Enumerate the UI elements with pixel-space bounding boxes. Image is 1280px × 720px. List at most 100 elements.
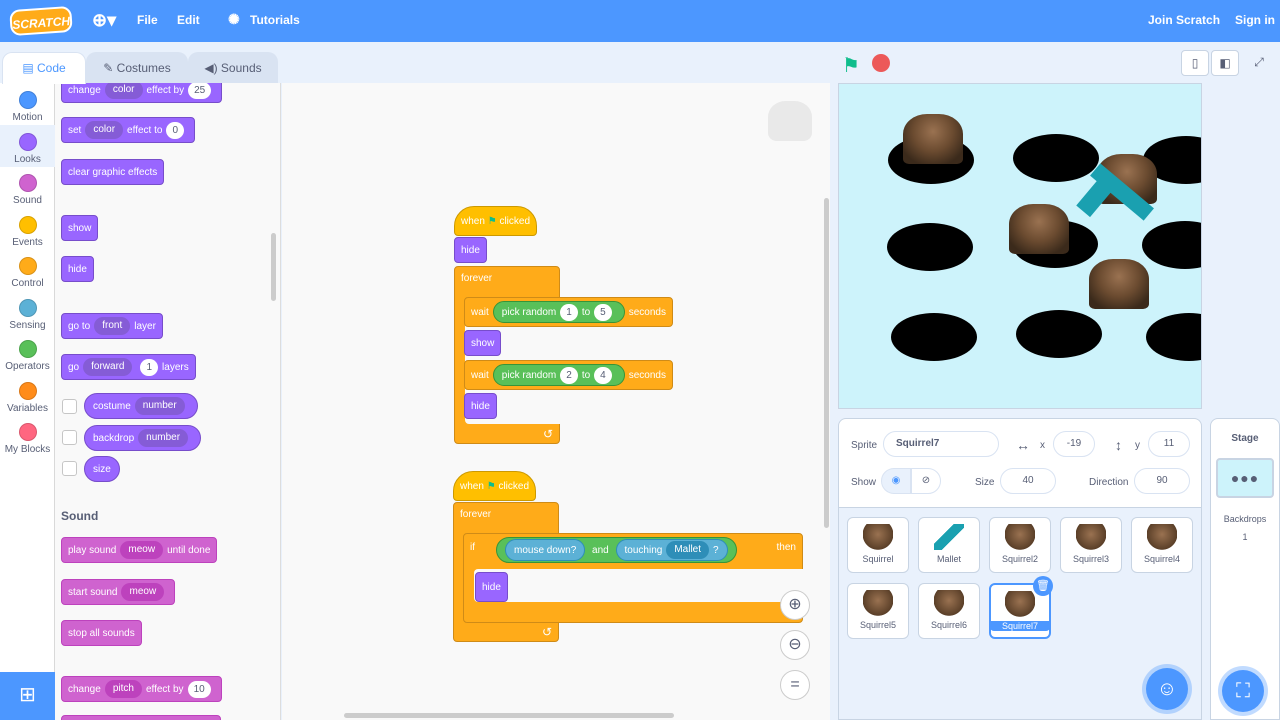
change-pitch-effect-block[interactable]: change pitch effect by 10	[61, 676, 222, 702]
mallet-thumbnail	[934, 524, 964, 550]
category-motion[interactable]: Motion	[0, 86, 55, 128]
stage[interactable]	[838, 83, 1202, 409]
category-sensing[interactable]: Sensing	[0, 294, 55, 336]
x-input[interactable]: -19	[1053, 431, 1095, 457]
category-dot-icon	[18, 340, 37, 358]
when-flag-clicked-hat[interactable]: when ⚑ clicked	[454, 206, 538, 236]
play-sound-until-done-block[interactable]: play sound meow until done	[61, 537, 218, 563]
pick-random-reporter[interactable]: pick random 1 to 5	[492, 301, 625, 323]
sprite-name-input[interactable]: Squirrel7	[883, 431, 999, 457]
code-workspace[interactable]: when ⚑ clicked hide forever ↺ wait pick r…	[282, 83, 830, 720]
and-operator[interactable]: mouse down? and touching Mallet?	[496, 537, 737, 563]
wait-block[interactable]: wait pick random 2 to 4 seconds	[464, 360, 673, 390]
size-input[interactable]: 40	[1000, 468, 1056, 494]
category-my-blocks[interactable]: My Blocks	[0, 418, 55, 460]
hide-visible-button[interactable]: ⊘	[911, 468, 941, 494]
squirrel-sprite[interactable]	[903, 114, 963, 164]
sprite-tile[interactable]: Squirrel3	[1060, 517, 1122, 573]
show-visible-button[interactable]: ◉	[881, 468, 911, 494]
go-to-layer-block[interactable]: go to front layer	[61, 313, 163, 339]
show-block[interactable]: show	[464, 330, 502, 356]
show-block[interactable]: show	[61, 215, 99, 241]
language-globe-icon[interactable]: ⊕▾	[92, 10, 116, 31]
scratch-logo[interactable]: SCRATCH	[9, 5, 73, 37]
zoom-out-button[interactable]: ⊖	[780, 630, 810, 660]
delete-sprite-icon[interactable]: 🗑	[1033, 576, 1053, 596]
zoom-in-button[interactable]: ⊕	[780, 590, 810, 620]
y-input[interactable]: 11	[1148, 431, 1190, 457]
pick-random-reporter[interactable]: pick random 2 to 4	[492, 364, 625, 386]
tab-code[interactable]: ▤ Code	[2, 52, 86, 84]
squirrel-sprite[interactable]	[1009, 204, 1069, 254]
hole	[891, 313, 977, 361]
wait-block[interactable]: wait pick random 1 to 5 seconds	[464, 297, 673, 327]
costume-reporter[interactable]: costume number	[84, 393, 198, 419]
go-layers-block[interactable]: go forward 1 layers	[61, 354, 196, 380]
stop-button[interactable]	[872, 54, 890, 72]
workspace-vertical-scrollbar[interactable]	[824, 198, 829, 528]
mouse-down-reporter[interactable]: mouse down?	[505, 539, 586, 561]
menu-bar: SCRATCH ⊕▾ File Edit ✺ Tutorials Join Sc…	[0, 0, 1280, 42]
category-control[interactable]: Control	[0, 252, 55, 294]
touching-reporter[interactable]: touching Mallet?	[615, 539, 728, 561]
lightbulb-icon: ✺	[228, 11, 240, 27]
add-extension-button[interactable]: ⊞	[0, 672, 55, 720]
stop-all-sounds-block[interactable]: stop all sounds	[61, 620, 142, 646]
sprite-tile[interactable]: Squirrel2	[989, 517, 1051, 573]
brush-icon: ✎	[103, 61, 117, 75]
block-palette: change color effect by 25 set color effect to…	[55, 83, 281, 720]
loop-arrow-icon: ↺	[541, 625, 552, 639]
file-menu[interactable]: File	[137, 13, 158, 27]
sprite-tile[interactable]: Mallet	[918, 517, 980, 573]
tutorials-button[interactable]: Tutorials	[250, 13, 300, 27]
sign-in-link[interactable]: Sign in	[1235, 13, 1275, 27]
backdrop-monitor-checkbox[interactable]	[62, 430, 77, 445]
choose-backdrop-button[interactable]: ⛶	[1222, 670, 1264, 712]
when-flag-clicked-hat[interactable]: when ⚑ clicked	[453, 471, 537, 501]
sprite-tile[interactable]: Squirrel6	[918, 583, 980, 639]
category-operators[interactable]: Operators	[0, 335, 55, 377]
squirrel-thumbnail	[934, 590, 964, 616]
hide-block[interactable]: hide	[61, 256, 94, 282]
category-variables[interactable]: Variables	[0, 377, 55, 419]
hide-block[interactable]: hide	[475, 572, 508, 602]
sprite-tile[interactable]: Squirrel5	[847, 583, 909, 639]
squirrel-thumbnail	[1005, 524, 1035, 550]
squirrel-sprite[interactable]	[1089, 259, 1149, 309]
join-scratch-link[interactable]: Join Scratch	[1148, 13, 1220, 27]
loop-arrow-icon: ↺	[542, 427, 553, 441]
small-stage-button[interactable]: ▯	[1181, 50, 1209, 76]
sprite-tile[interactable]: Squirrel	[847, 517, 909, 573]
category-sound[interactable]: Sound	[0, 169, 55, 211]
change-effect-block[interactable]: change color effect by 25	[61, 83, 223, 103]
set-effect-sound-block[interactable]	[61, 715, 221, 720]
fullscreen-button[interactable]: ⤢	[1245, 50, 1273, 76]
category-events[interactable]: Events	[0, 211, 55, 253]
sprite-tile[interactable]: Squirrel4	[1131, 517, 1193, 573]
hide-block[interactable]: hide	[464, 393, 497, 419]
zoom-reset-button[interactable]: =	[780, 670, 810, 700]
set-effect-block[interactable]: set color effect to 0	[61, 117, 195, 143]
code-tab-icon: ▤	[22, 61, 37, 75]
palette-scrollbar[interactable]	[271, 233, 276, 301]
direction-input[interactable]: 90	[1134, 468, 1190, 494]
large-stage-button[interactable]: ◧	[1211, 50, 1239, 76]
size-monitor-checkbox[interactable]	[62, 461, 77, 476]
if-then-block[interactable]: if then mouse down? and touching Mallet?	[463, 533, 804, 623]
category-looks[interactable]: Looks	[0, 128, 55, 170]
choose-sprite-button[interactable]: ☺	[1146, 668, 1188, 710]
workspace-scrollbar[interactable]	[344, 713, 674, 718]
hole	[1142, 221, 1201, 269]
clear-graphic-effects-block[interactable]: clear graphic effects	[61, 159, 165, 185]
hide-block[interactable]: hide	[454, 237, 487, 263]
green-flag-button[interactable]: ⚑	[842, 53, 860, 78]
costume-monitor-checkbox[interactable]	[62, 399, 77, 414]
green-flag-icon: ⚑	[486, 481, 496, 492]
edit-menu[interactable]: Edit	[177, 13, 200, 27]
start-sound-block[interactable]: start sound meow	[61, 579, 176, 605]
size-reporter[interactable]: size	[84, 456, 120, 482]
tab-sounds[interactable]: ◀) Sounds	[188, 52, 278, 84]
backdrop-reporter[interactable]: backdrop number	[84, 425, 202, 451]
sprite-info-panel: Sprite Squirrel7 ↔ x -19 ↕ y 11 Show ◉ ⊘…	[838, 418, 1202, 508]
tab-costumes[interactable]: ✎ Costumes	[86, 52, 188, 84]
